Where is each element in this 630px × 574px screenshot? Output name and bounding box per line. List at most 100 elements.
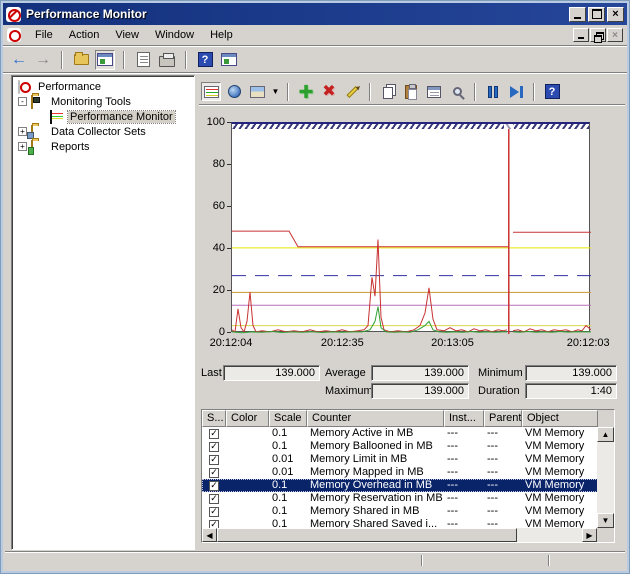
instance-value: --- xyxy=(447,427,458,439)
show-checkbox[interactable]: ✓ xyxy=(209,467,219,478)
chart-toolbar: ▼ ✚ ✖ ? xyxy=(199,79,625,105)
magnifier-icon xyxy=(452,87,462,96)
show-checkbox[interactable]: ✓ xyxy=(209,441,219,452)
perfmon-icon xyxy=(18,79,20,94)
close-button[interactable]: × xyxy=(607,6,624,22)
paste-counter-list-button[interactable] xyxy=(401,82,421,101)
counter-row[interactable]: ✓ 0.1 Memory Reservation in MB --- --- V… xyxy=(202,492,614,505)
show-checkbox[interactable]: ✓ xyxy=(209,428,219,439)
back-button[interactable]: ← xyxy=(9,50,29,70)
tree-item-monitoring-tools[interactable]: - Monitoring Tools xyxy=(16,94,194,109)
tree-item-data-collector-sets[interactable]: + Data Collector Sets xyxy=(16,124,194,139)
scroll-down-button[interactable]: ▼ xyxy=(597,513,614,528)
scroll-up-button[interactable]: ▲ xyxy=(597,427,614,442)
column-header[interactable]: Inst... xyxy=(444,410,484,427)
toolbar-separator xyxy=(287,82,289,101)
log-data-icon xyxy=(227,85,241,98)
vertical-scrollbar[interactable]: ▲ ▼ xyxy=(597,427,614,528)
export-list-button[interactable] xyxy=(133,50,153,70)
scroll-right-button[interactable]: ▶ xyxy=(582,528,597,542)
tree-item-performance-monitor[interactable]: Performance Monitor xyxy=(16,109,194,124)
tree-label-data-collector-sets[interactable]: Data Collector Sets xyxy=(49,126,148,138)
add-counter-button[interactable]: ✚ xyxy=(296,82,316,101)
highlight-button[interactable] xyxy=(342,82,362,101)
expand-toggle[interactable]: + xyxy=(18,127,27,136)
properties-button[interactable] xyxy=(424,82,444,101)
x-tick-label: 20:13:05 xyxy=(431,337,474,349)
tree-label-performance[interactable]: Performance xyxy=(36,81,103,93)
print-button[interactable] xyxy=(157,50,177,70)
performance-monitor-window: Performance Monitor × File Action View W… xyxy=(0,0,630,574)
counter-row[interactable]: ✓ 0.1 Memory Shared in MB --- --- VM Mem… xyxy=(202,505,614,518)
freeze-display-button[interactable] xyxy=(483,82,503,101)
tree-label-performance-monitor[interactable]: Performance Monitor xyxy=(67,109,176,124)
counter-name: Memory Mapped in MB xyxy=(310,466,424,478)
status-bar xyxy=(5,551,625,568)
help-icon: ? xyxy=(544,84,560,99)
show-checkbox[interactable]: ✓ xyxy=(209,506,219,517)
mdi-close-button[interactable]: × xyxy=(607,28,623,42)
column-header[interactable]: Scale xyxy=(269,410,307,427)
plus-icon: ✚ xyxy=(298,81,314,102)
forward-button[interactable]: → xyxy=(33,50,53,70)
export-button[interactable] xyxy=(71,50,91,70)
minimum-value: 139.000 xyxy=(525,365,617,381)
maximize-button[interactable] xyxy=(588,6,605,22)
new-window-button[interactable] xyxy=(219,50,239,70)
mdi-minimize-button[interactable] xyxy=(573,28,589,42)
tree-item-reports[interactable]: + Reports xyxy=(16,139,194,155)
object-value: VM Memory xyxy=(525,466,585,478)
horizontal-scroll-thumb[interactable] xyxy=(217,528,517,542)
column-header[interactable]: Color xyxy=(226,410,269,427)
back-icon: ← xyxy=(11,50,27,68)
parent-value: --- xyxy=(487,453,498,465)
chevron-down-icon: ▼ xyxy=(271,87,280,96)
menu-file[interactable]: File xyxy=(27,27,61,43)
menu-view[interactable]: View xyxy=(107,27,147,43)
console-tree-toggle[interactable] xyxy=(95,49,115,70)
counter-row[interactable]: ✓ 0.01 Memory Mapped in MB --- --- VM Me… xyxy=(202,466,614,479)
tree-label-reports[interactable]: Reports xyxy=(49,141,92,153)
graph-type-dropdown[interactable]: ▼ xyxy=(270,82,280,101)
expand-toggle[interactable]: + xyxy=(18,142,27,151)
column-header[interactable]: Parent xyxy=(484,410,522,427)
horizontal-scrollbar[interactable]: ◀ ▶ xyxy=(202,528,597,542)
perfmon-app-icon xyxy=(6,6,21,22)
show-checkbox[interactable]: ✓ xyxy=(209,454,219,465)
tree-item-performance[interactable]: Performance xyxy=(16,79,194,94)
collapse-toggle[interactable]: - xyxy=(18,97,27,106)
view-log-data-button[interactable] xyxy=(224,82,244,101)
zoom-button[interactable] xyxy=(447,82,467,101)
view-current-activity-button[interactable] xyxy=(201,82,221,101)
column-header[interactable]: S... xyxy=(202,410,226,427)
change-graph-type-button[interactable] xyxy=(247,82,267,101)
performance-monitor-icon xyxy=(50,109,52,124)
delete-counter-button[interactable]: ✖ xyxy=(319,82,339,101)
counter-name: Memory Overhead in MB xyxy=(310,479,433,491)
chart-plot-area[interactable] xyxy=(231,122,591,334)
copy-properties-button[interactable] xyxy=(378,82,398,101)
mdi-restore-button[interactable] xyxy=(590,28,606,43)
counter-row[interactable]: ✓ 0.1 Memory Active in MB --- --- VM Mem… xyxy=(202,427,614,440)
column-header[interactable]: Counter xyxy=(307,410,444,427)
column-header[interactable]: Object xyxy=(522,410,598,427)
object-value: VM Memory xyxy=(525,505,585,517)
counter-row[interactable]: ✓ 0.1 Memory Overhead in MB --- --- VM M… xyxy=(202,479,614,492)
scroll-left-button[interactable]: ◀ xyxy=(202,528,217,542)
counter-row[interactable]: ✓ 0.1 Memory Ballooned in MB --- --- VM … xyxy=(202,440,614,453)
counter-row[interactable]: ✓ 0.01 Memory Limit in MB --- --- VM Mem… xyxy=(202,453,614,466)
menu-window[interactable]: Window xyxy=(147,27,202,43)
help-icon: ? xyxy=(197,52,213,67)
menu-help[interactable]: Help xyxy=(202,27,241,43)
help-button[interactable]: ? xyxy=(195,50,215,70)
minimize-button[interactable] xyxy=(569,6,586,22)
show-checkbox[interactable]: ✓ xyxy=(209,480,219,491)
highlighter-icon xyxy=(345,85,359,98)
menu-action[interactable]: Action xyxy=(61,27,108,43)
chart-help-button[interactable]: ? xyxy=(542,82,562,101)
tree-label-monitoring-tools[interactable]: Monitoring Tools xyxy=(49,96,133,108)
show-checkbox[interactable]: ✓ xyxy=(209,493,219,504)
y-tick xyxy=(227,122,231,123)
average-value: 139.000 xyxy=(371,365,469,381)
update-data-button[interactable] xyxy=(506,82,526,101)
